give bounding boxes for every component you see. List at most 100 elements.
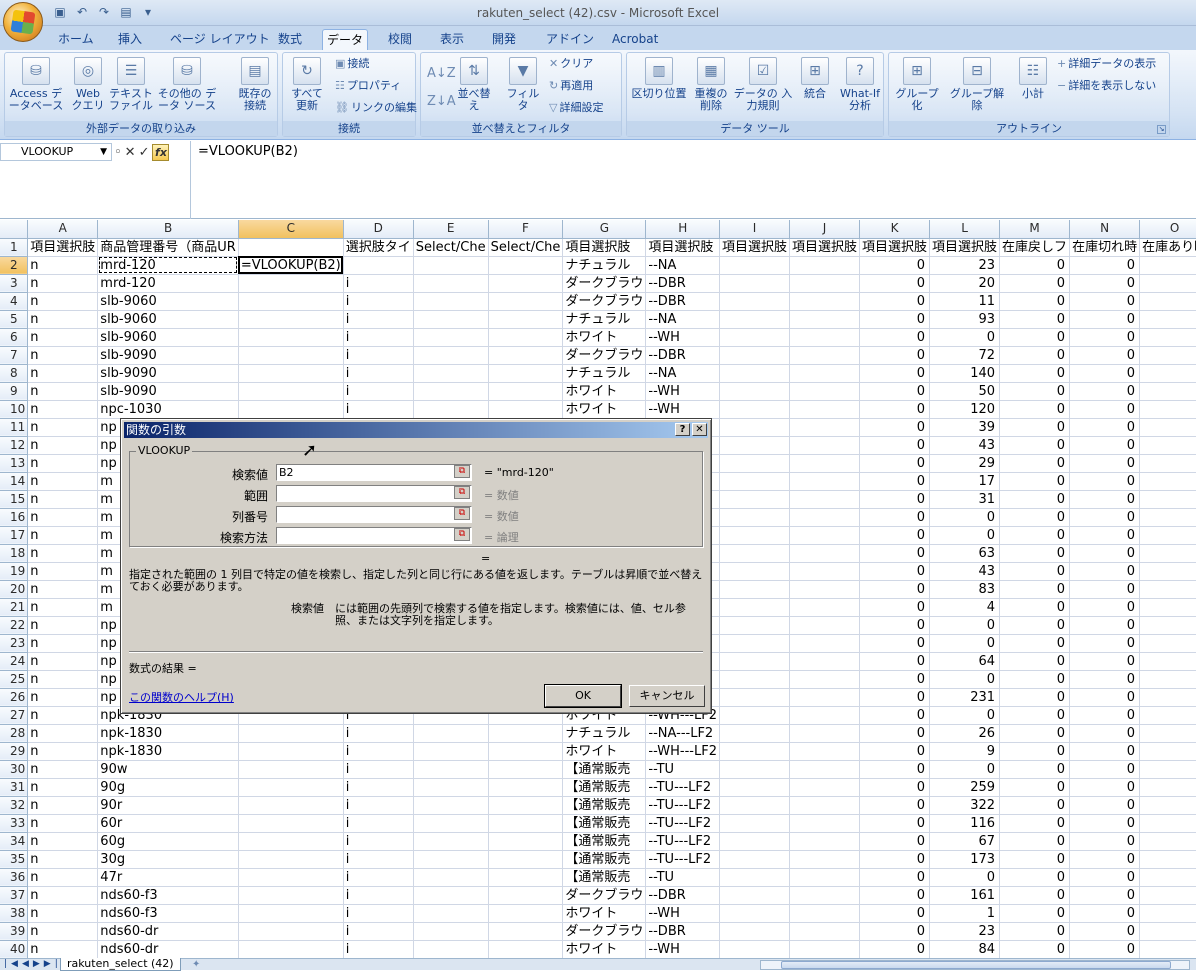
cell[interactable]: n — [27, 400, 99, 419]
cell[interactable]: i — [343, 760, 414, 779]
properties-button[interactable]: ☷ プロパティ — [335, 77, 401, 95]
cell[interactable]: 0 — [929, 868, 1001, 887]
cell[interactable]: 47r — [97, 868, 239, 887]
cell[interactable]: n — [27, 850, 99, 869]
row-header[interactable]: 25 — [0, 670, 29, 689]
cell[interactable]: n — [27, 742, 99, 761]
cell[interactable]: 0 — [1069, 454, 1141, 473]
cell[interactable]: 0 — [999, 688, 1071, 707]
cell[interactable]: 0 — [859, 580, 931, 599]
cell[interactable]: 0 — [1069, 580, 1141, 599]
row-header[interactable]: 4 — [0, 292, 29, 311]
cell[interactable] — [719, 670, 791, 689]
cell[interactable] — [789, 760, 861, 779]
cell[interactable] — [1139, 598, 1196, 617]
cell[interactable]: 選択肢タイ — [343, 238, 414, 257]
cell[interactable] — [719, 292, 791, 311]
cell[interactable]: 0 — [999, 382, 1071, 401]
cell[interactable]: =VLOOKUP(B2) — [238, 256, 344, 275]
row-header[interactable]: 31 — [0, 778, 29, 797]
cell[interactable]: 項目選択肢 — [27, 238, 99, 257]
cell[interactable]: 0 — [999, 580, 1071, 599]
cell[interactable] — [488, 904, 564, 923]
cell[interactable] — [1139, 940, 1196, 958]
cell[interactable]: n — [27, 832, 99, 851]
row-header[interactable]: 6 — [0, 328, 29, 347]
cell[interactable]: n — [27, 472, 99, 491]
tab-addins[interactable]: アドイン — [542, 29, 598, 50]
cell[interactable] — [789, 778, 861, 797]
cell[interactable]: 0 — [859, 454, 931, 473]
cell[interactable] — [238, 940, 344, 958]
cell[interactable] — [789, 796, 861, 815]
cell[interactable] — [1139, 796, 1196, 815]
clear-button[interactable]: ✕ クリア — [549, 55, 593, 73]
cell[interactable]: --TU---LF2 — [645, 796, 720, 815]
cell[interactable]: --WH — [645, 940, 720, 958]
cell[interactable]: 0 — [859, 886, 931, 905]
cell[interactable]: i — [343, 832, 414, 851]
cell[interactable] — [488, 346, 564, 365]
cell[interactable]: 0 — [859, 796, 931, 815]
cell[interactable]: n — [27, 724, 99, 743]
cell[interactable]: 0 — [929, 706, 1001, 725]
cell[interactable]: 【通常販売 — [562, 796, 647, 815]
data-validation-button[interactable]: ☑ データの 入力規則 — [733, 57, 793, 112]
cell[interactable]: i — [343, 922, 414, 941]
web-query-button[interactable]: ◎ Web クエリ — [71, 57, 105, 112]
row-header[interactable]: 2 — [0, 256, 29, 275]
cell[interactable]: ホワイト — [562, 940, 647, 958]
cell[interactable]: 0 — [859, 670, 931, 689]
cell[interactable] — [413, 922, 489, 941]
cell[interactable] — [413, 796, 489, 815]
group-button[interactable]: ⊞ グループ化 — [891, 57, 943, 112]
cell[interactable]: 0 — [999, 490, 1071, 509]
row-header[interactable]: 19 — [0, 562, 29, 581]
cell[interactable] — [719, 490, 791, 509]
cell[interactable]: 0 — [1069, 598, 1141, 617]
cell[interactable]: 116 — [929, 814, 1001, 833]
cell[interactable]: 項目選択肢 — [719, 238, 791, 257]
cell[interactable] — [1139, 346, 1196, 365]
cell[interactable]: n — [27, 508, 99, 527]
cell[interactable]: 31 — [929, 490, 1001, 509]
text-to-columns-button[interactable]: ▥ 区切り位置 — [629, 57, 689, 100]
cell[interactable] — [719, 364, 791, 383]
cell[interactable] — [789, 814, 861, 833]
cell[interactable] — [238, 814, 344, 833]
cell[interactable]: 60g — [97, 832, 239, 851]
cell[interactable]: 項目選択肢 — [929, 238, 1001, 257]
cell[interactable]: 0 — [1069, 346, 1141, 365]
cell[interactable] — [1139, 274, 1196, 293]
cell[interactable] — [719, 454, 791, 473]
cell[interactable] — [1139, 310, 1196, 329]
cell[interactable]: n — [27, 814, 99, 833]
help-link[interactable]: この関数のヘルプ(H) — [129, 689, 234, 705]
cell[interactable] — [1139, 400, 1196, 419]
other-sources-button[interactable]: ⛁ その他の データ ソース — [155, 57, 219, 112]
cancel-button[interactable]: キャンセル — [629, 685, 705, 707]
cell[interactable]: i — [343, 742, 414, 761]
existing-connections-button[interactable]: ▤ 既存の 接続 — [235, 57, 275, 112]
cell[interactable]: --WH — [645, 328, 720, 347]
cell[interactable] — [1139, 670, 1196, 689]
cell[interactable]: --TU — [645, 760, 720, 779]
cell[interactable] — [488, 850, 564, 869]
cell[interactable]: 0 — [999, 796, 1071, 815]
cell[interactable]: 0 — [999, 292, 1071, 311]
cell[interactable] — [413, 778, 489, 797]
show-detail-button[interactable]: + 詳細データの表示 — [1057, 55, 1156, 73]
cell[interactable] — [719, 922, 791, 941]
cell[interactable] — [1139, 472, 1196, 491]
cell[interactable] — [238, 760, 344, 779]
cell[interactable]: i — [343, 868, 414, 887]
cell[interactable]: 0 — [999, 310, 1071, 329]
row-header[interactable]: 12 — [0, 436, 29, 455]
cell[interactable] — [1139, 454, 1196, 473]
row-header[interactable]: 18 — [0, 544, 29, 563]
sort-button[interactable]: ⇅ 並べ替え — [453, 57, 495, 112]
cell[interactable]: n — [27, 580, 99, 599]
cell[interactable] — [1139, 616, 1196, 635]
cell[interactable]: 90w — [97, 760, 239, 779]
column-header-h[interactable]: H — [645, 220, 720, 239]
